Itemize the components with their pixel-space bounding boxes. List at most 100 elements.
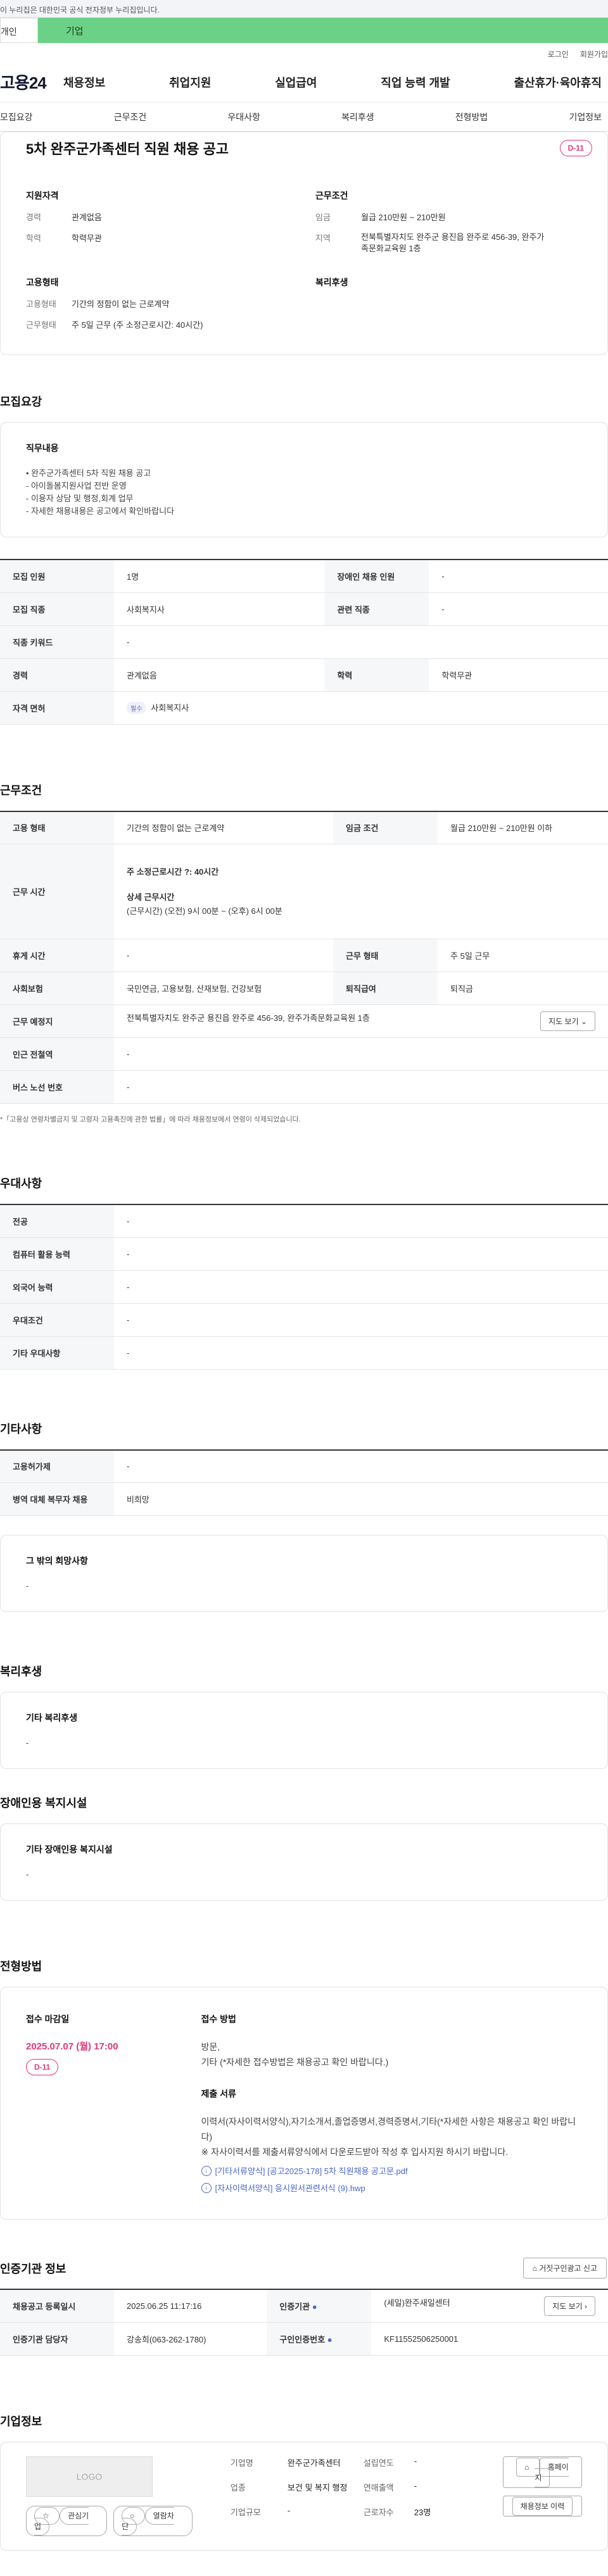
apply-box: 접수 마감일 2025.07.07 (월) 17:00 D-11 접수 방법 방… (0, 1987, 608, 2220)
homepage-button[interactable]: ⌂ 홈페이지 (502, 2456, 582, 2488)
retire-value: 퇴직금 (438, 972, 608, 1005)
welfare-box-text: - (26, 1738, 29, 1748)
emp-type-key: 고용형태 (26, 299, 56, 309)
related-job-label: 관련 직종 (324, 592, 429, 626)
place-value: 전북특별자치도 완주군 용진읍 완주로 456-39, 완주가족문화교육원 1층 (127, 1013, 370, 1023)
job-history-button[interactable]: 채용정보 이력 (502, 2495, 582, 2517)
place-label: 근무 예정지 (0, 1004, 114, 1038)
agency-map-button[interactable]: 지도 보기 › (544, 2296, 595, 2316)
summary-card: 5차 완주군가족센터 직원 채용 공고 D-11 지원자격 경력 관계없음 학력 학… (0, 132, 608, 355)
founded-value: - (414, 2456, 417, 2466)
edu-table-value: 학력무관 (429, 658, 608, 692)
wage-value: 월급 210만원 ~ 210만원 (361, 213, 446, 222)
chevron-down-icon: ⌄ (580, 1017, 587, 1026)
block-view-button[interactable]: ○ 열람차단 (113, 2505, 193, 2536)
emp-type-label: 고용 형태 (0, 811, 114, 844)
gov-notice-text: 이 누리집은 대한민국 공식 전자정부 누리집입니다. (0, 6, 160, 15)
global-nav: 고용24 채용정보 취업지원 실업급여 직업 능력 개발 출산휴가·육아휴직 (0, 62, 608, 103)
pref-condition-label: 우대조건 (0, 1303, 114, 1337)
org-value: (세일)완주새일센터 (384, 2298, 450, 2308)
wage-label: 임금 조건 (333, 811, 438, 844)
file-link-resume[interactable]: ↓ [자사이력서양식] 응시원서관련서식 (9).hwp (201, 2182, 582, 2194)
tab-company[interactable]: 기업 (38, 18, 608, 43)
etc-section-title: 기타사항 (0, 1422, 42, 1435)
favorite-company-button[interactable]: ☆ 관심기업 (26, 2505, 108, 2536)
rest-value: - (114, 939, 334, 972)
docs-text: 이력서(자사이력서양식),자기소개서,졸업증명서,경력증명서,기타(*자세한 사… (201, 2116, 576, 2157)
career-label: 경력 (0, 658, 114, 692)
download-icon: ↓ (201, 2165, 212, 2176)
preference-table: 전공 - 컴퓨터 활용 능력 - 외국어 능력 - 우대조건 - 기타 우대사항 - (0, 1204, 608, 1370)
station-value: - (114, 1037, 608, 1071)
etc-table: 고용허가제 - 병역 대체 복무자 채용 비희망 (0, 1449, 608, 1516)
info-icon[interactable]: ● (327, 2335, 332, 2344)
reg-date-label: 채용공고 등록일시 (0, 2289, 114, 2323)
chevron-right-icon: › (585, 2301, 587, 2311)
keyword-label: 직종 키워드 (0, 625, 114, 659)
shift-label: 근무 형태 (333, 939, 438, 972)
company-logo: LOGO (26, 2456, 153, 2497)
wage-table-value: 월급 210만원 ~ 210만원 이하 (438, 811, 608, 844)
employment-group: 고용형태 고용형태 기간의 정함이 없는 근로계약 근무형태 주 5일 근무 (주 … (26, 263, 303, 339)
cert-value: KF11552506250001 (371, 2322, 608, 2356)
disabled-hire-value: - (429, 560, 608, 593)
region-value: 전북특별자치도 완주군 용진읍 완주로 456-39, 완주가족문화교육원 1층 (361, 232, 545, 253)
anchor-company[interactable]: 기업정보 (569, 111, 602, 123)
map-button[interactable]: 지도 보기 ⌄ (540, 1011, 595, 1031)
site-logo[interactable]: 고용24 (0, 70, 63, 94)
qualification-heading: 지원자격 (26, 191, 59, 201)
shift-table-value: 주 5일 근무 (438, 939, 608, 972)
gnb-item-training[interactable]: 직업 능력 개발 (381, 74, 450, 91)
pref-condition-value: - (114, 1303, 608, 1337)
recruit-section-title: 모집요강 (0, 396, 42, 408)
anchor-preference[interactable]: 우대사항 (227, 111, 260, 123)
home-icon: ⌂ (532, 2264, 540, 2273)
gnb-item-leave[interactable]: 출산휴가·육아휴직 (514, 74, 602, 91)
info-icon[interactable]: ● (312, 2302, 317, 2311)
insurance-value: 국민연금, 고용보험, 산재보험, 건강보험 (114, 972, 334, 1005)
gnb-item-unemployment[interactable]: 실업급여 (275, 74, 317, 91)
dday-badge: D-11 (559, 140, 592, 156)
report-fake-ad-button[interactable]: ⌂ 거짓구인광고 신고 (522, 2258, 607, 2279)
conditions-group: 근무조건 임금 월급 210만원 ~ 210만원 지역 전북특별자치도 완주군 용진… (315, 164, 592, 263)
deadline-value: 2025.07.07 (월) 17:00 (26, 2041, 118, 2052)
join-link[interactable]: 회원가입 (580, 49, 608, 62)
facility-box-heading: 기타 장애인용 복지시설 (26, 1844, 113, 1854)
gnb-item-support[interactable]: 취업지원 (169, 74, 211, 91)
homepage-label: 홈페이지 (535, 2457, 569, 2487)
deadline-dday-badge: D-11 (26, 2059, 59, 2075)
report-fake-ad-label: 거짓구인광고 신고 (539, 2264, 597, 2273)
founded-label: 설립연도 (363, 2458, 394, 2468)
tab-personal[interactable]: 개인 (0, 18, 38, 43)
preference-section-title: 우대사항 (0, 1177, 42, 1190)
industry-label: 업종 (230, 2482, 246, 2492)
bus-value: - (114, 1070, 608, 1104)
job-label: 모집 직종 (0, 592, 114, 626)
file-link-notice[interactable]: ↓ [기타서류양식] [공고2025-178] 5차 직원채용 공고문.pdf (201, 2165, 582, 2177)
anchor-recruit[interactable]: 모집요강 (0, 111, 33, 123)
tab-personal-label: 개인 (1, 27, 17, 37)
job-desc-heading: 직무내용 (26, 443, 59, 453)
facility-section-title: 장애인용 복지시설 (0, 1797, 87, 1810)
job-history-label: 채용정보 이력 (512, 2496, 573, 2516)
career-value: 관계없음 (72, 213, 102, 222)
disabled-hire-label: 장애인 채용 인원 (324, 560, 429, 593)
gnb-item-jobs[interactable]: 채용정보 (63, 74, 105, 91)
cert-label: 구인인증번호 (279, 2334, 326, 2344)
emp-type-value: 기간의 정함이 없는 근로계약 (72, 299, 170, 309)
related-job-value: - (429, 592, 608, 626)
job-value: 사회복지사 (114, 592, 325, 626)
job-title: 5차 완주군가족센터 직원 채용 공고 (26, 141, 229, 157)
size-value: - (287, 2505, 291, 2515)
anchor-welfare[interactable]: 복리후생 (341, 111, 374, 123)
work-permit-value: - (114, 1449, 608, 1483)
anchor-apply[interactable]: 전형방법 (455, 111, 488, 123)
deadline-heading: 접수 마감일 (26, 2014, 70, 2024)
anchor-conditions[interactable]: 근무조건 (114, 111, 147, 123)
facility-box-text: - (26, 1870, 29, 1879)
age-note: *「고용상 연령차별금지 및 고령자 고용촉진에 관한 법률」에 따라 채용정보… (0, 1116, 301, 1123)
major-label: 전공 (0, 1204, 114, 1238)
work-permit-label: 고용허가제 (0, 1449, 114, 1483)
login-link[interactable]: 로그인 (548, 49, 569, 62)
keyword-value: - (114, 625, 608, 659)
